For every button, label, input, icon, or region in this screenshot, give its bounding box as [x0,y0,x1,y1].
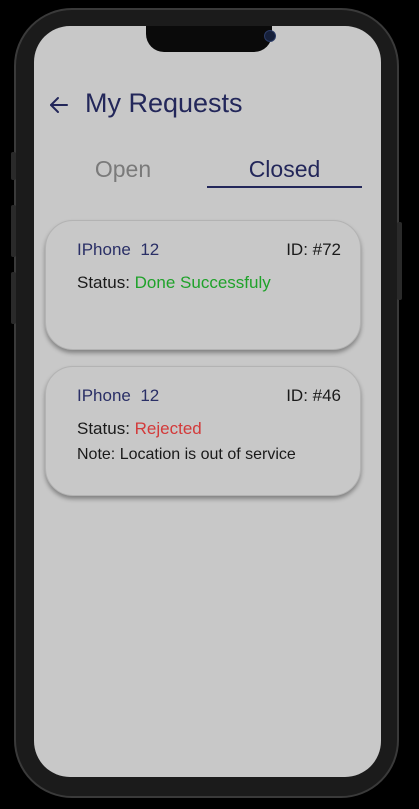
status-value: Rejected [134,419,202,438]
tab-open[interactable]: Open [54,156,192,188]
status-label: Status: [77,419,130,438]
device-name: IPhone 12 [77,240,160,259]
volume-down-button [11,272,16,324]
active-tab-indicator [207,186,362,188]
header: My Requests [34,86,381,126]
status-line: Status: Done Successfuly [77,273,271,293]
request-card[interactable]: IPhone 12 ID: #72 Status: Done Successfu… [45,220,361,350]
volume-up-button [11,205,16,257]
request-note: Note: Location is out of service [77,446,296,463]
app-screen: My Requests Open Closed IPhone 12 ID: #7… [34,26,381,777]
status-line: Status: Rejected [77,419,202,439]
status-value: Done Successfuly [134,273,271,292]
arrow-left-icon[interactable] [48,94,70,116]
device-name: IPhone 12 [77,386,160,405]
power-button [397,222,402,300]
request-id: ID: #46 [286,386,341,405]
request-id: ID: #72 [286,240,341,259]
request-card[interactable]: IPhone 12 ID: #46 Status: Rejected Note:… [45,366,361,496]
page-title: My Requests [85,88,243,118]
mute-switch [11,152,16,180]
tab-closed[interactable]: Closed [207,156,362,188]
front-camera [264,30,276,42]
status-label: Status: [77,273,130,292]
notch [146,26,276,52]
tab-bar: Open Closed [34,156,381,190]
